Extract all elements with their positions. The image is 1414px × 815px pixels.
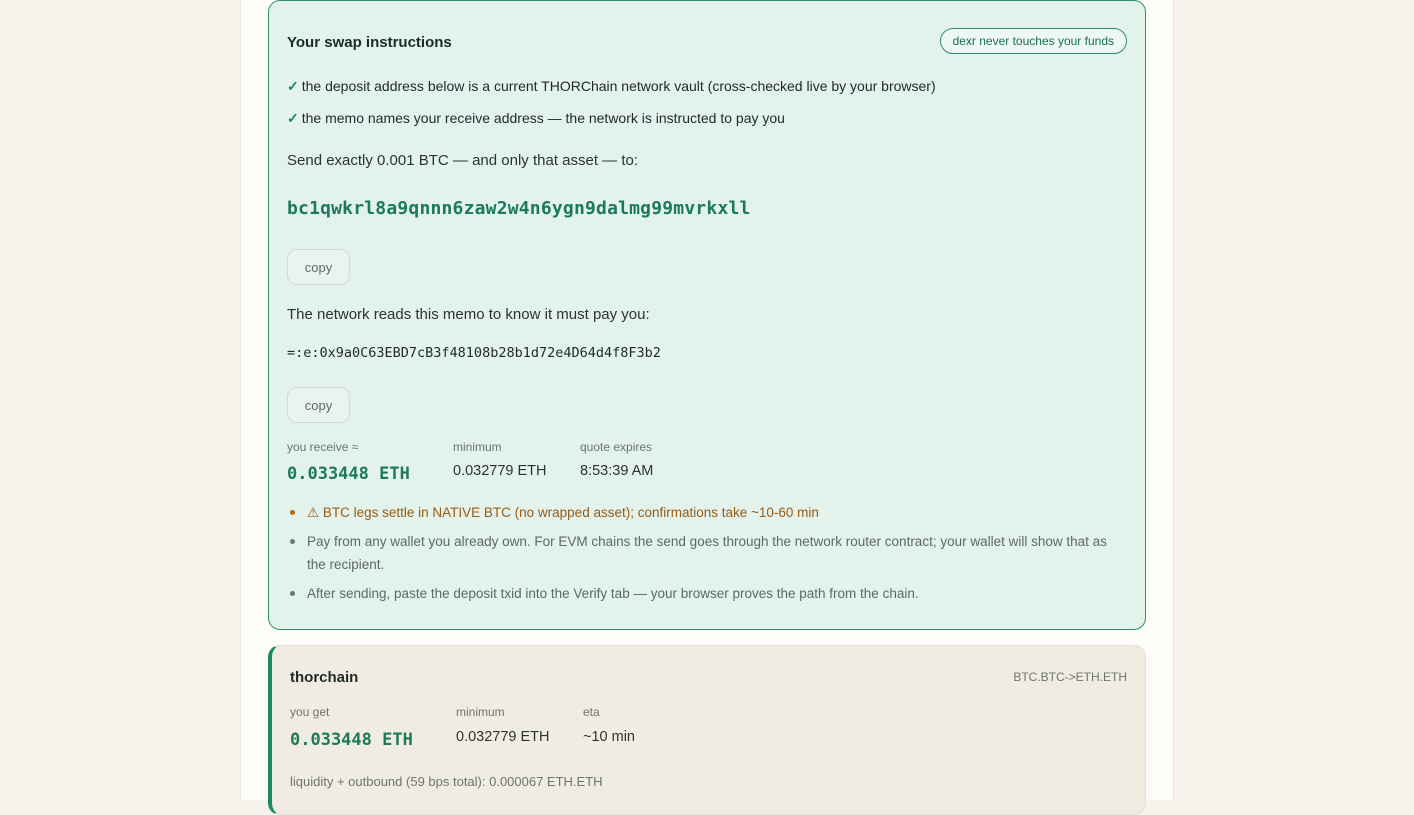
- route-minimum-amount: 0.032779 ETH: [456, 729, 550, 745]
- minimum-amount: 0.032779 ETH: [453, 463, 547, 479]
- swap-instructions-title: Your swap instructions: [287, 34, 452, 51]
- copy-memo-button[interactable]: copy: [287, 387, 350, 423]
- route-eta-value: ~10 min: [583, 729, 635, 745]
- memo-check-text: the memo names your receive address — th…: [301, 110, 785, 126]
- memo-check-line: ✓ the memo names your receive address — t…: [287, 110, 785, 127]
- notes-list: ⚠ BTC legs settle in NATIVE BTC (no wrap…: [287, 501, 1127, 611]
- memo-value: =:e:0x9a0C63EBD7cB3f48108b28b1d72e4D64d4…: [287, 345, 661, 361]
- minimum-label: minimum: [453, 440, 502, 454]
- receive-amount: 0.033448 ETH: [287, 464, 410, 484]
- checkmark-icon: ✓: [287, 78, 299, 94]
- checkmark-icon: ✓: [287, 110, 299, 126]
- receive-label: you receive ≈: [287, 440, 359, 454]
- swap-instructions-panel: Your swap instructions dexr never touche…: [268, 0, 1146, 630]
- route-fee-line: liquidity + outbound (59 bps total): 0.0…: [290, 774, 603, 789]
- deposit-address: bc1qwkrl8a9qnnn6zaw2w4n6ygn9dalmg99mvrkx…: [287, 198, 751, 219]
- vault-check-text: the deposit address below is a current T…: [301, 78, 936, 94]
- route-eta-label: eta: [583, 705, 600, 719]
- wallet-note: Pay from any wallet you already own. For…: [287, 530, 1127, 576]
- trust-badge: dexr never touches your funds: [939, 28, 1127, 54]
- route-get-label: you get: [290, 705, 330, 719]
- quote-expires-label: quote expires: [580, 440, 653, 454]
- send-instruction: Send exactly 0.001 BTC — and only that a…: [287, 152, 639, 169]
- route-pair: BTC.BTC->ETH.ETH: [1013, 670, 1127, 684]
- copy-address-button[interactable]: copy: [287, 249, 350, 285]
- quote-expires-time: 8:53:39 AM: [580, 463, 654, 479]
- verify-note: After sending, paste the deposit txid in…: [287, 582, 1127, 605]
- btc-settlement-warning: ⚠ BTC legs settle in NATIVE BTC (no wrap…: [287, 501, 1127, 524]
- memo-intro: The network reads this memo to know it m…: [287, 306, 650, 323]
- vault-check-line: ✓ the deposit address below is a current …: [287, 78, 936, 95]
- route-card-thorchain[interactable]: thorchain BTC.BTC->ETH.ETH you get 0.033…: [268, 645, 1146, 815]
- route-name: thorchain: [290, 669, 359, 686]
- route-minimum-label: minimum: [456, 705, 505, 719]
- route-get-amount: 0.033448 ETH: [290, 730, 413, 750]
